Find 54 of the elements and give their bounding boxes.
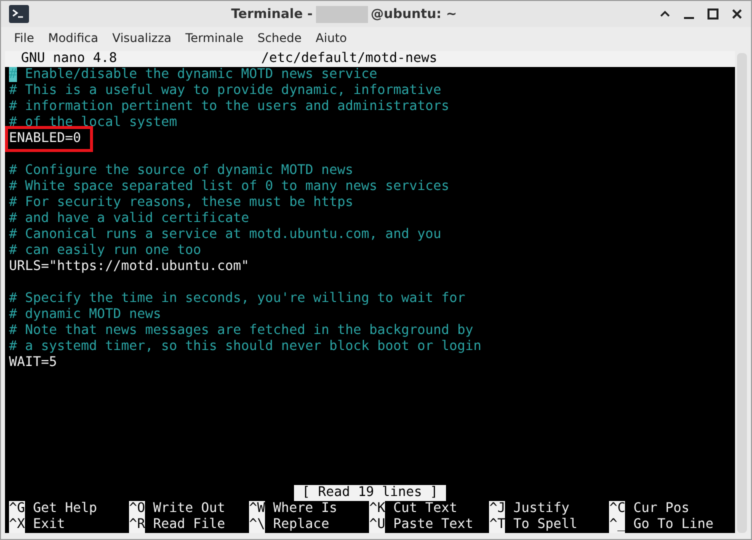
comment-line: # can easily run one too (9, 243, 202, 258)
comment-line: # dynamic MOTD news (9, 307, 162, 322)
shortcut-key: ^T (489, 517, 506, 533)
file-name: /etc/default/motd-news (261, 51, 438, 67)
comment-line: # of the local system (9, 115, 178, 130)
shortcut-label: Get Help (33, 501, 98, 517)
shortcut-label: Write Out (153, 501, 226, 517)
shortcut-key: ^\ (249, 517, 266, 533)
shortcut-key: ^O (129, 501, 146, 517)
shortcut-key: ^R (129, 517, 146, 533)
redacted-block (316, 6, 368, 22)
nano-version: GNU nano 4.8 (20, 51, 118, 67)
comment-line: # a systemd timer, so this should never block boot or login (9, 339, 482, 354)
comment-line: # White space separated list of 0 to many news services (9, 179, 450, 194)
shortcut-label: Cur Pos (633, 501, 690, 517)
shortcut-label: Cut Text (393, 501, 458, 517)
window-title: @ubuntu: ~ (370, 6, 457, 22)
window-title: Terminale - (231, 6, 313, 22)
shortcut-label: Go To Line (633, 517, 714, 533)
comment-line: # Configure the source of dynamic MOTD news (9, 163, 354, 178)
shortcut-label: To Spell (513, 517, 578, 533)
menu-item[interactable]: Terminale (178, 29, 250, 47)
shortcut-key: ^J (489, 501, 506, 517)
close-icon[interactable] (731, 8, 743, 20)
terminal-icon (9, 5, 29, 23)
comment-line: # Specify the time in seconds, you're willing to wait for (9, 291, 466, 306)
shortcut-key: ^K (369, 501, 386, 517)
code-line: WAIT=5 (9, 355, 58, 370)
shortcut-label: Where Is (273, 501, 338, 517)
comment-line: # This is a useful way to provide dynamic, informative (9, 83, 442, 98)
shortcut-key: ^G (9, 501, 25, 517)
shortcut-label: Read File (153, 517, 226, 533)
shortcut-key: ^U (369, 517, 386, 533)
comment-line: # Canonical runs a service at motd.ubuntu.com, and you (9, 227, 442, 242)
status-message: [ Read 19 lines ] (294, 485, 446, 501)
shortcut-key: ^_ (609, 517, 626, 533)
menu-item[interactable]: Visualizza (105, 29, 178, 47)
comment-line: # For security reasons, these must be https (9, 195, 354, 210)
shortcut-label: Replace (273, 517, 330, 533)
menu-item[interactable]: Schede (250, 29, 309, 47)
shortcut-label: Paste Text (393, 517, 474, 533)
menu-item[interactable]: Aiuto (308, 29, 354, 47)
menu-item[interactable]: Modifica (41, 29, 106, 47)
comment-line: # information pertinent to the users and administrators (9, 99, 450, 114)
menu-item[interactable]: File (7, 29, 42, 47)
shortcut-key: ^C (609, 501, 626, 517)
comment-line: # and have a valid certificate (9, 211, 250, 226)
code-line: ENABLED=0 (9, 131, 82, 146)
code-line: URLS="https://motd.ubuntu.com" (9, 259, 250, 274)
comment-line: # Note that news messages are fetched in the background by (9, 323, 474, 338)
shortcut-label: Exit (33, 517, 66, 533)
shortcut-key: ^X (9, 517, 25, 533)
shortcut-label: Justify (513, 501, 570, 517)
shortcut-key: ^W (249, 501, 266, 517)
